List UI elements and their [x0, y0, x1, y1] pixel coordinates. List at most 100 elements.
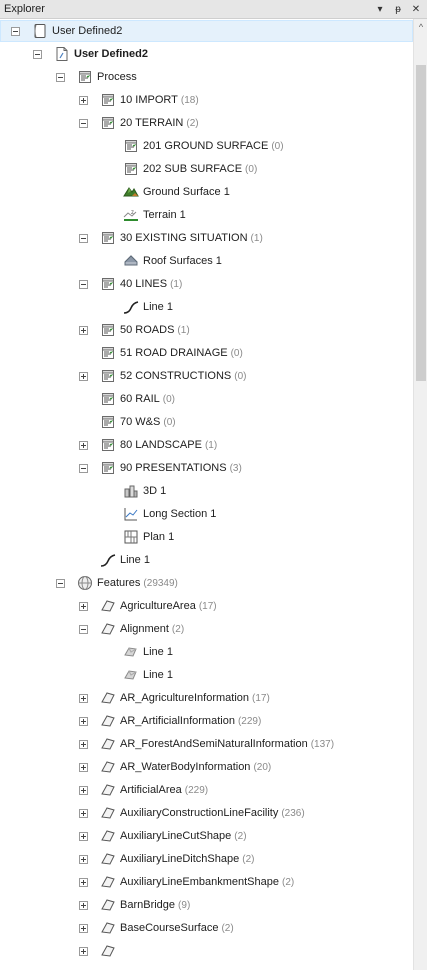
tree-row[interactable]: Line 1	[0, 549, 413, 571]
tree-row[interactable]: Long Section 1	[0, 503, 413, 525]
expand-icon[interactable]	[79, 877, 88, 887]
tree-row[interactable]: 10 IMPORT (18)	[0, 89, 413, 111]
tree-row[interactable]: 51 ROAD DRAINAGE (0)	[0, 342, 413, 364]
expand-icon[interactable]	[79, 762, 88, 772]
expand-icon[interactable]	[79, 739, 88, 749]
tree-row[interactable]: 90 PRESENTATIONS (3)	[0, 457, 413, 479]
long-section-icon	[123, 506, 139, 522]
tree-item-label: Terrain 1	[143, 209, 186, 221]
tree-row[interactable]: Line 1	[0, 296, 413, 318]
expand-icon[interactable]	[79, 854, 88, 864]
tree-row[interactable]: AR_ForestAndSemiNaturalInformation (137)	[0, 733, 413, 755]
expand-icon[interactable]	[79, 371, 88, 381]
tree-item-label: 202 SUB SURFACE	[143, 163, 243, 175]
tree-row[interactable]: 3D 1	[0, 480, 413, 502]
collapse-icon[interactable]	[79, 463, 88, 473]
expand-icon[interactable]	[79, 440, 88, 450]
tree-row[interactable]: BarnBridge (9)	[0, 894, 413, 916]
tree-row[interactable]: Line 1	[0, 641, 413, 663]
expand-icon[interactable]	[79, 601, 88, 611]
tree-row[interactable]: 40 LINES (1)	[0, 273, 413, 295]
scroll-up-icon[interactable]: ^	[414, 19, 427, 35]
tree-row[interactable]: 52 CONSTRUCTIONS (0)	[0, 365, 413, 387]
collapse-icon[interactable]	[56, 72, 65, 82]
close-icon[interactable]: ✕	[409, 2, 423, 16]
item-count: (1)	[250, 232, 263, 244]
tree-row[interactable]: AuxiliaryLineDitchShape (2)	[0, 848, 413, 870]
tree-row[interactable]: Plan 1	[0, 526, 413, 548]
collapse-icon[interactable]	[56, 578, 65, 588]
collapse-icon[interactable]	[33, 49, 42, 59]
tree-item-label: 40 LINES	[120, 278, 168, 290]
tree-item-label: Process	[97, 71, 137, 83]
scrollbar-thumb[interactable]	[416, 65, 426, 381]
tree-item-label: 60 RAIL	[120, 393, 160, 405]
tree-item-label: ArtificialArea	[120, 784, 182, 796]
item-count: (137)	[310, 738, 335, 750]
tree-row[interactable]: Line 1	[0, 664, 413, 686]
process-icon	[100, 437, 116, 453]
vertical-scrollbar[interactable]: ^	[413, 19, 427, 970]
item-count: (0)	[163, 416, 176, 428]
tree-row[interactable]: 60 RAIL (0)	[0, 388, 413, 410]
tree-row[interactable]: 80 LANDSCAPE (1)	[0, 434, 413, 456]
tree-row[interactable]: Roof Surfaces 1	[0, 250, 413, 272]
expand-icon[interactable]	[79, 831, 88, 841]
tree-row[interactable]: Alignment (2)	[0, 618, 413, 640]
tree-row[interactable]: User Defined2	[0, 43, 413, 65]
line-icon	[100, 552, 116, 568]
expand-icon[interactable]	[79, 900, 88, 910]
tree-row[interactable]: 50 ROADS (1)	[0, 319, 413, 341]
explorer-tree: User Defined2 User Defined2 Process 10 IMPO…	[0, 19, 413, 970]
tree-row[interactable]: 30 EXISTING SITUATION (1)	[0, 227, 413, 249]
process-icon	[100, 322, 116, 338]
collapse-icon[interactable]	[11, 26, 20, 36]
tree-row[interactable]: AuxiliaryLineCutShape (2)	[0, 825, 413, 847]
feature-icon	[100, 828, 116, 844]
tree-item-label: AuxiliaryLineEmbankmentShape	[120, 876, 279, 888]
tree-row[interactable]	[0, 940, 413, 962]
dropdown-icon[interactable]: ▾	[373, 2, 387, 16]
tree-row[interactable]: User Defined2	[0, 20, 413, 42]
collapse-icon[interactable]	[79, 279, 88, 289]
feature-icon	[100, 805, 116, 821]
tree-row[interactable]: 201 GROUND SURFACE (0)	[0, 135, 413, 157]
tree-row[interactable]: Ground Surface 1	[0, 181, 413, 203]
expand-icon[interactable]	[79, 785, 88, 795]
tree-row[interactable]: 70 W&S (0)	[0, 411, 413, 433]
tree-row[interactable]: 202 SUB SURFACE (0)	[0, 158, 413, 180]
expand-icon[interactable]	[79, 95, 88, 105]
tree-row[interactable]: AuxiliaryLineEmbankmentShape (2)	[0, 871, 413, 893]
tree-item-label: User Defined2	[52, 25, 123, 37]
tree-row[interactable]: ArtificialArea (229)	[0, 779, 413, 801]
expand-icon[interactable]	[79, 923, 88, 933]
tree-row[interactable]: z Terrain 1	[0, 204, 413, 226]
tree-item-label: 51 ROAD DRAINAGE	[120, 347, 228, 359]
item-count: (229)	[184, 784, 209, 796]
expand-icon[interactable]	[79, 325, 88, 335]
tree-row[interactable]: AgricultureArea (17)	[0, 595, 413, 617]
tree-row[interactable]: AR_WaterBodyInformation (20)	[0, 756, 413, 778]
tree-row[interactable]: Features (29349)	[0, 572, 413, 594]
roof-surface-icon	[123, 253, 139, 269]
process-icon	[100, 92, 116, 108]
expand-icon[interactable]	[79, 808, 88, 818]
expand-icon[interactable]	[79, 716, 88, 726]
tree-row[interactable]: AuxiliaryConstructionLineFacility (236)	[0, 802, 413, 824]
svg-text:z: z	[131, 210, 134, 216]
pin-icon[interactable]: ᵽ	[391, 2, 405, 16]
collapse-icon[interactable]	[79, 233, 88, 243]
item-count: (9)	[178, 899, 191, 911]
expand-icon[interactable]	[79, 946, 88, 956]
collapse-icon[interactable]	[79, 118, 88, 128]
expand-icon[interactable]	[79, 693, 88, 703]
collapse-icon[interactable]	[79, 624, 88, 634]
tree-row[interactable]: Process	[0, 66, 413, 88]
tree-row[interactable]: AR_ArtificialInformation (229)	[0, 710, 413, 732]
tree-row[interactable]: AR_AgricultureInformation (17)	[0, 687, 413, 709]
tree-row[interactable]: BaseCourseSurface (2)	[0, 917, 413, 939]
feature-icon	[100, 736, 116, 752]
item-count: (236)	[281, 807, 305, 819]
tree-row[interactable]: 20 TERRAIN (2)	[0, 112, 413, 134]
process-icon	[100, 345, 116, 361]
